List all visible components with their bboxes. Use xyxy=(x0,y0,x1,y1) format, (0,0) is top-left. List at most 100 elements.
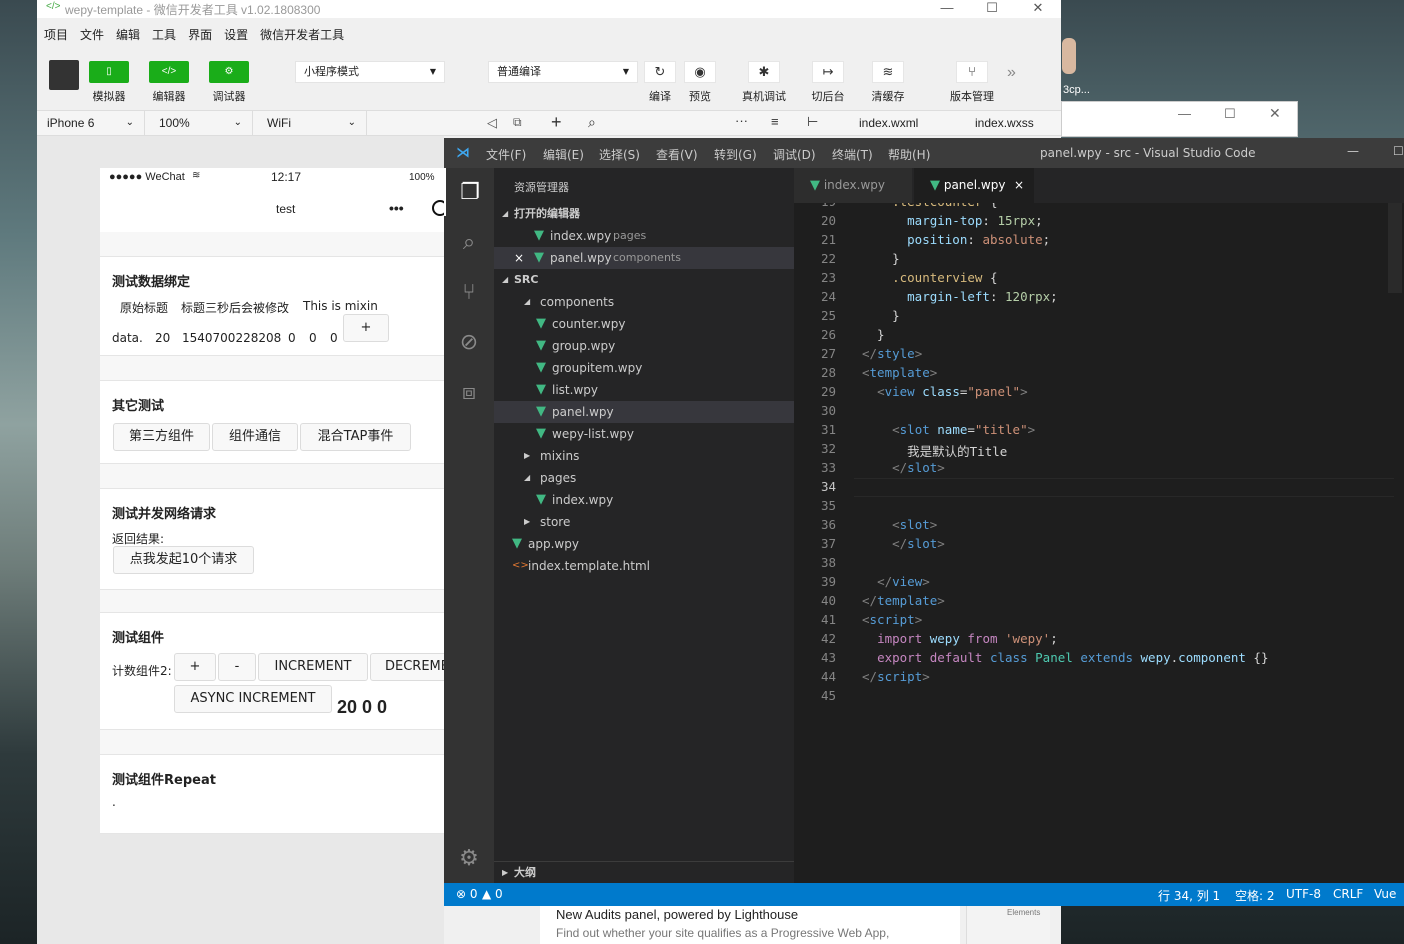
maximize-icon[interactable]: ☐ xyxy=(1224,106,1236,122)
third-party-component-button[interactable]: 第三方组件 xyxy=(113,423,210,451)
indentation[interactable]: 空格: 2 xyxy=(1235,887,1275,904)
code-line[interactable]: margin-top: 15rpx; xyxy=(862,213,1043,228)
close-icon[interactable]: × xyxy=(1014,168,1024,203)
cursor-position[interactable]: 行 34, 列 1 xyxy=(1158,887,1220,904)
code-line[interactable]: </slot> xyxy=(862,460,945,475)
background-icon[interactable]: ↦ xyxy=(812,61,844,83)
menu-tools[interactable]: 工具 xyxy=(152,28,176,42)
close-icon[interactable]: × xyxy=(514,247,524,269)
file-tree-item[interactable]: ◢ components xyxy=(494,291,794,313)
mute-icon[interactable]: ◁ xyxy=(487,115,497,131)
file-tab-index-wxss[interactable]: index.wxss xyxy=(975,116,1034,130)
code-line[interactable]: </style> xyxy=(862,346,922,361)
remote-debug-label[interactable]: 真机调试 xyxy=(734,88,794,104)
file-tree-item[interactable]: ▼ counter.wpy xyxy=(494,313,794,335)
async-increment-button[interactable]: ASYNC INCREMENT xyxy=(174,685,332,713)
preview-icon[interactable]: ◉ xyxy=(684,61,716,83)
menu-terminal[interactable]: 终端(T) xyxy=(832,146,873,163)
settings-gear-icon[interactable]: ⚙ xyxy=(444,834,494,882)
code-line[interactable]: <script> xyxy=(862,612,922,627)
decrement-button[interactable]: DECREME xyxy=(370,653,445,681)
menu-selection[interactable]: 选择(S) xyxy=(599,146,640,163)
code-line[interactable]: </template> xyxy=(862,593,945,608)
file-tree-item[interactable]: ◢ pages xyxy=(494,467,794,489)
code-line[interactable]: } xyxy=(862,308,900,323)
open-editor-item[interactable]: × ▼ panel.wpy components xyxy=(494,247,794,269)
code-line[interactable]: <slot> xyxy=(862,517,937,532)
increment-button[interactable]: INCREMENT xyxy=(258,653,368,681)
version-control-icon[interactable]: ⑂ xyxy=(956,61,988,83)
plus-button[interactable]: + xyxy=(343,314,389,342)
minimize-icon[interactable]: — xyxy=(1178,106,1191,121)
debug-icon[interactable]: ⊘ xyxy=(444,318,494,366)
elements-tab[interactable]: Elements xyxy=(1007,908,1040,917)
more-icon[interactable]: ··· xyxy=(735,113,748,128)
code-line[interactable]: .testcounter { xyxy=(862,203,997,209)
clear-cache-label[interactable]: 清缓存 xyxy=(858,88,918,104)
file-tree-item[interactable]: ▼ group.wpy xyxy=(494,335,794,357)
code-line[interactable]: import wepy from 'wepy'; xyxy=(862,631,1058,646)
menu-debug[interactable]: 调试(D) xyxy=(773,146,816,163)
code-line[interactable]: <view class="panel"> xyxy=(862,384,1028,399)
menu-project[interactable]: 项目 xyxy=(44,28,68,42)
editor-icon[interactable]: </> xyxy=(149,61,189,83)
menu-view[interactable]: 查看(V) xyxy=(656,146,698,163)
tab-index-wpy[interactable]: ▼ index.wpy xyxy=(794,168,912,203)
remote-debug-icon[interactable]: ✱ xyxy=(748,61,780,83)
debugger-button-label[interactable]: 调试器 xyxy=(199,88,259,104)
minimize-icon[interactable]: — xyxy=(927,0,967,18)
search-icon[interactable]: ⌕ xyxy=(588,114,596,131)
file-tree-item[interactable]: ▼ app.wpy xyxy=(494,533,794,555)
maximize-icon[interactable]: ☐ xyxy=(972,0,1012,18)
encoding[interactable]: UTF-8 xyxy=(1286,887,1321,901)
file-tree-item[interactable]: ▼ panel.wpy xyxy=(494,401,794,423)
simulator-button-label[interactable]: 模拟器 xyxy=(79,88,139,104)
explorer-icon[interactable]: ❐ xyxy=(444,168,494,216)
code-line[interactable]: <template> xyxy=(862,365,937,380)
code-line[interactable]: margin-left: 120rpx; xyxy=(862,289,1058,304)
search-icon[interactable]: ⌕ xyxy=(444,218,494,266)
add-icon[interactable]: + xyxy=(551,112,562,133)
file-tree-item[interactable]: ▶ store xyxy=(494,511,794,533)
format-icon[interactable]: ≡ xyxy=(771,114,779,129)
code-line[interactable]: position: absolute; xyxy=(862,232,1050,247)
extensions-icon[interactable]: ⧈ xyxy=(444,368,494,416)
code-line[interactable]: </view> xyxy=(862,574,930,589)
send-requests-button[interactable]: 点我发起10个请求 xyxy=(113,546,254,574)
compile-mode-select[interactable]: 普通编译 ▼ xyxy=(488,61,638,83)
source-control-icon[interactable]: ⑂ xyxy=(444,268,494,316)
tab-panel-wpy[interactable]: ▼ panel.wpy × xyxy=(914,168,1034,203)
compile-icon[interactable]: ↻ xyxy=(644,61,676,83)
menu-file[interactable]: 文件 xyxy=(80,28,104,42)
code-line[interactable]: </script> xyxy=(862,669,930,684)
menu-settings[interactable]: 设置 xyxy=(224,28,248,42)
code-line[interactable]: } xyxy=(862,251,900,266)
menu-edit[interactable]: 编辑(E) xyxy=(543,146,584,163)
file-tree-item[interactable]: ▼ index.wpy xyxy=(494,489,794,511)
close-icon[interactable]: ✕ xyxy=(1018,0,1058,18)
menu-go[interactable]: 转到(G) xyxy=(714,146,757,163)
maximize-icon[interactable]: ☐ xyxy=(1393,144,1404,158)
clear-cache-icon[interactable]: ≋ xyxy=(872,61,904,83)
elements-panel-thumb[interactable]: Elements xyxy=(966,906,1050,944)
minimap[interactable] xyxy=(1388,203,1402,293)
version-control-label[interactable]: 版本管理 xyxy=(942,88,1002,104)
zoom-select[interactable]: 100% ⌄ xyxy=(149,111,253,135)
more-tools-icon[interactable]: » xyxy=(1007,64,1016,82)
decrement-minus-button[interactable]: - xyxy=(218,653,256,681)
outline-header[interactable]: ▶ 大纲 xyxy=(494,861,794,883)
mode-select[interactable]: 小程序模式 ▼ xyxy=(295,61,445,83)
code-line[interactable]: .counterview { xyxy=(862,270,997,285)
editor-button-label[interactable]: 编辑器 xyxy=(139,88,199,104)
menu-edit[interactable]: 编辑 xyxy=(116,28,140,42)
code-line[interactable]: </slot> xyxy=(862,536,945,551)
open-editor-item[interactable]: ▼ index.wpy pages xyxy=(494,225,794,247)
menu-view[interactable]: 界面 xyxy=(188,28,212,42)
code-line[interactable]: <slot name="title"> xyxy=(862,422,1035,437)
code-line[interactable]: } xyxy=(862,327,885,342)
code-editor[interactable]: 19 .testcounter {20 margin-top: 15rpx; 21… xyxy=(794,203,1394,883)
background-label[interactable]: 切后台 xyxy=(798,88,858,104)
mixed-tap-event-button[interactable]: 混合TAP事件 xyxy=(300,423,411,451)
detach-icon[interactable]: ⧉ xyxy=(513,115,522,130)
warnings-count[interactable]: ▲ 0 xyxy=(482,887,503,901)
